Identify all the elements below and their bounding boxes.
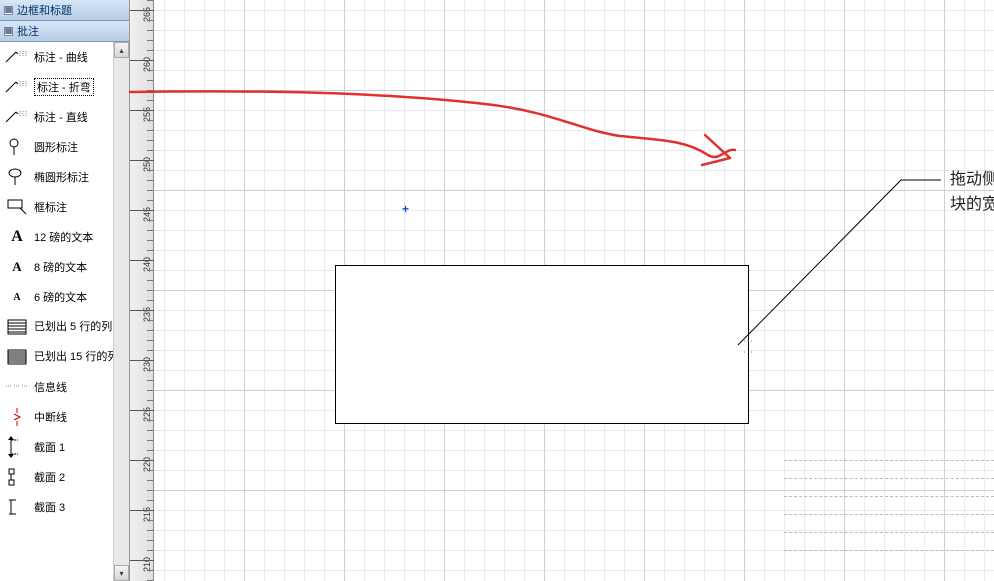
tool-label: 已划出 15 行的列: [34, 351, 118, 363]
tool-label: 标注 - 折弯: [34, 78, 94, 96]
tool-text-6pt[interactable]: A 6 磅的文本: [0, 282, 113, 312]
rows-15-icon: [6, 348, 28, 366]
curve-annotation-icon: [6, 48, 28, 66]
tool-text-12pt[interactable]: A 12 磅的文本: [0, 222, 113, 252]
tool-label: 截面 2: [34, 469, 65, 485]
tool-annotation-curve[interactable]: 标注 - 曲线: [0, 42, 113, 72]
tool-label: 8 磅的文本: [34, 259, 87, 275]
line-annotation-icon: [6, 108, 28, 126]
tool-break-line[interactable]: 中断线: [0, 402, 113, 432]
tool-label: 圆形标注: [34, 139, 78, 155]
drawing-canvas[interactable]: 265 260 255 250 245 240 235 230 225 220 …: [130, 0, 994, 581]
expand-icon: ▦: [4, 6, 13, 15]
anchor-cross-icon: +: [402, 202, 409, 216]
text-medium-icon: A: [6, 258, 28, 276]
bent-annotation-icon: [6, 78, 28, 96]
tool-text-8pt[interactable]: A 8 磅的文本: [0, 252, 113, 282]
text-small-icon: A: [6, 288, 28, 306]
section-3-icon: [6, 498, 28, 516]
tool-label: 6 磅的文本: [34, 289, 87, 305]
sidebar-scrollbar[interactable]: ▴ ▾: [113, 42, 129, 581]
tool-annotation-bent[interactable]: 标注 - 折弯: [0, 72, 113, 102]
tool-info-line[interactable]: 信息线: [0, 372, 113, 402]
tool-label: 12 磅的文本: [34, 229, 93, 245]
callout-text[interactable]: 拖动侧边手柄更改文本块的宽度。: [950, 168, 994, 218]
tool-annotation-line[interactable]: 标注 - 直线: [0, 102, 113, 132]
tool-ellipse-annotation[interactable]: 椭圆形标注: [0, 162, 113, 192]
sidebar-header-label: 边框和标题: [17, 2, 72, 18]
tool-label: 标注 - 直线: [34, 109, 88, 125]
tool-circle-annotation[interactable]: 圆形标注: [0, 132, 113, 162]
tool-rows-15[interactable]: 已划出 15 行的列: [0, 342, 113, 372]
tool-sidebar: ▦ 边框和标题 ▦ 批注 标注 - 曲线 标注 - 折弯: [0, 0, 130, 581]
text-block-shape[interactable]: [335, 265, 749, 424]
tool-label: 框标注: [34, 199, 67, 215]
sidebar-header-label: 批注: [17, 23, 39, 39]
section-2-icon: [6, 468, 28, 486]
expand-icon: ▦: [4, 27, 13, 36]
ellipse-annotation-icon: [6, 168, 28, 186]
vertical-ruler: 265 260 255 250 245 240 235 230 225 220 …: [130, 0, 154, 581]
tool-label: 已划出 5 行的列: [34, 321, 112, 333]
tool-frame-annotation[interactable]: 框标注: [0, 192, 113, 222]
tool-label: 截面 1: [34, 439, 65, 455]
tool-label: 截面 3: [34, 499, 65, 515]
tool-label: 中断线: [34, 409, 67, 425]
guide-dashes: [784, 460, 994, 568]
section-1-icon: [6, 438, 28, 456]
tool-label: 椭圆形标注: [34, 169, 89, 185]
rows-5-icon: [6, 318, 28, 336]
tool-list: 标注 - 曲线 标注 - 折弯 标注 - 直线: [0, 42, 113, 581]
tool-rows-5[interactable]: 已划出 5 行的列: [0, 312, 113, 342]
scroll-up-icon[interactable]: ▴: [114, 42, 129, 58]
text-large-icon: A: [6, 228, 28, 246]
tool-section-3[interactable]: 截面 3: [0, 492, 113, 522]
tool-label: 标注 - 曲线: [34, 49, 88, 65]
tool-section-2[interactable]: 截面 2: [0, 462, 113, 492]
frame-annotation-icon: [6, 198, 28, 216]
break-line-icon: [6, 408, 28, 426]
tool-label: 信息线: [34, 379, 67, 395]
info-line-icon: [6, 378, 28, 396]
resize-handle[interactable]: ⋮⋮: [742, 336, 753, 358]
circle-annotation-icon: [6, 138, 28, 156]
scroll-down-icon[interactable]: ▾: [114, 565, 129, 581]
tool-section-1[interactable]: 截面 1: [0, 432, 113, 462]
sidebar-header-annotations[interactable]: ▦ 批注: [0, 21, 129, 42]
sidebar-header-borders-titles[interactable]: ▦ 边框和标题: [0, 0, 129, 21]
